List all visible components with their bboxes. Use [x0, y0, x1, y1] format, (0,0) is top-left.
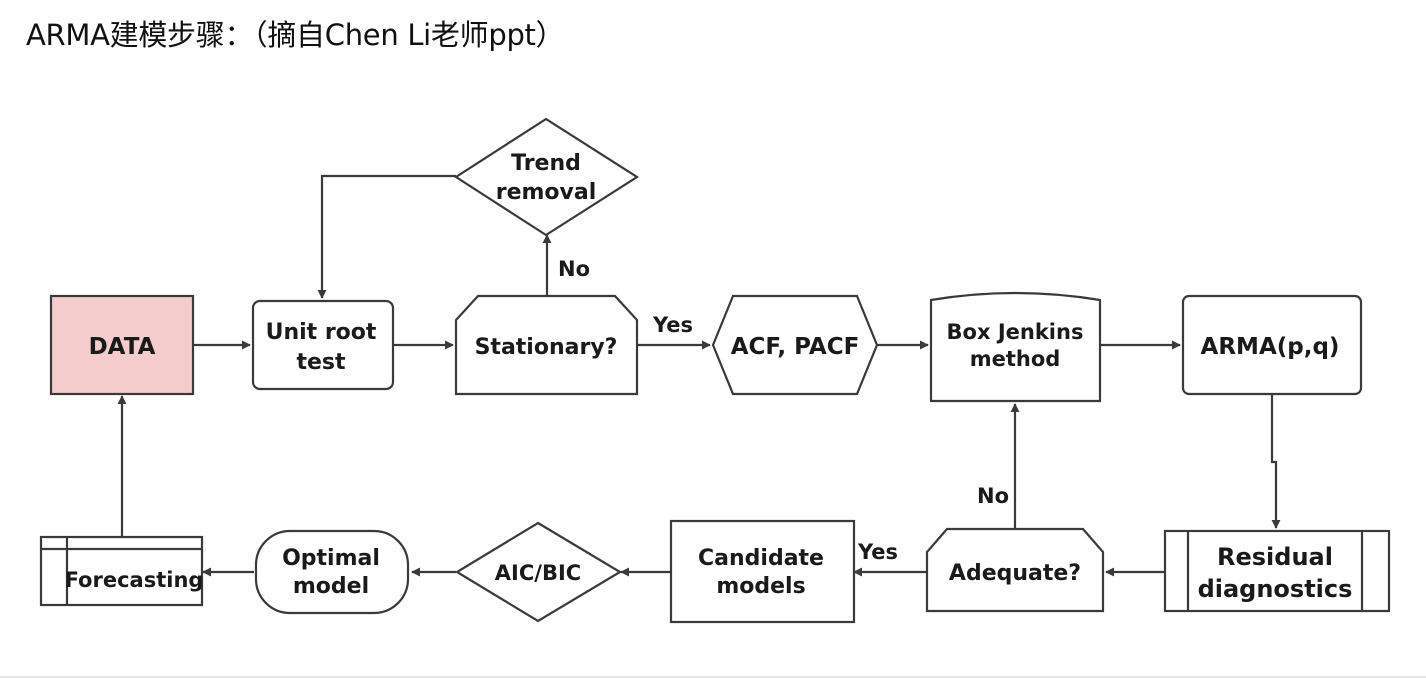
- node-unit-root-label-line2: test: [296, 350, 346, 375]
- node-optimal-label-line1: Optimal: [282, 546, 380, 571]
- node-unit-root-label-line1: Unit root: [266, 320, 377, 345]
- edge-label-stationary-no: No: [558, 257, 590, 281]
- node-trend-removal-label-line1: Trend: [511, 151, 581, 176]
- node-aic-bic-label: AIC/BIC: [495, 561, 581, 585]
- node-box-jenkins-label-line2: method: [970, 347, 1061, 371]
- node-residual-label-line2: diagnostics: [1198, 575, 1353, 603]
- node-data: DATA: [49, 294, 195, 396]
- edge-arma-to-residual: [1270, 395, 1281, 529]
- node-arma: ARMA(p,q): [1181, 294, 1363, 396]
- edge-label-stationary-yes: Yes: [652, 313, 693, 337]
- node-optimal-label-line2: model: [293, 574, 369, 599]
- node-acf-pacf: ACF, PACF: [711, 294, 879, 396]
- node-candidate-models: Candidate models: [669, 519, 856, 624]
- node-data-label: DATA: [89, 334, 156, 360]
- node-forecasting: Forecasting: [39, 535, 204, 607]
- node-trend-removal-label-line2: removal: [496, 180, 597, 205]
- node-forecasting-label: Forecasting: [65, 568, 204, 592]
- node-candidate-label-line2: models: [716, 574, 805, 599]
- node-optimal-model: Optimal model: [254, 529, 410, 615]
- node-adequate: Adequate?: [925, 527, 1105, 613]
- node-stationary-label: Stationary?: [475, 335, 618, 360]
- node-trend-removal: Trend removal: [453, 117, 640, 237]
- node-acf-pacf-label: ACF, PACF: [731, 334, 860, 360]
- edge-label-adequate-no: No: [977, 484, 1009, 508]
- node-aic-bic: AIC/BIC: [454, 521, 623, 623]
- node-residual-diagnostics: Residual diagnostics: [1163, 529, 1391, 613]
- node-stationary: Stationary?: [454, 294, 639, 396]
- node-box-jenkins-label-line1: Box Jenkins: [947, 320, 1084, 344]
- node-adequate-label: Adequate?: [949, 561, 1081, 586]
- flowchart: DATA Unit root test Stationary? Trend re…: [39, 117, 1391, 624]
- node-unit-root-test: Unit root test: [251, 299, 395, 391]
- node-box-jenkins: Box Jenkins method: [929, 291, 1102, 403]
- edge-trend-removal-to-unit-root: [317, 174, 456, 299]
- node-residual-label-line1: Residual: [1217, 543, 1333, 571]
- node-arma-label: ARMA(p,q): [1201, 334, 1340, 360]
- node-candidate-label-line1: Candidate: [698, 546, 824, 571]
- edge-label-adequate-yes: Yes: [857, 540, 898, 564]
